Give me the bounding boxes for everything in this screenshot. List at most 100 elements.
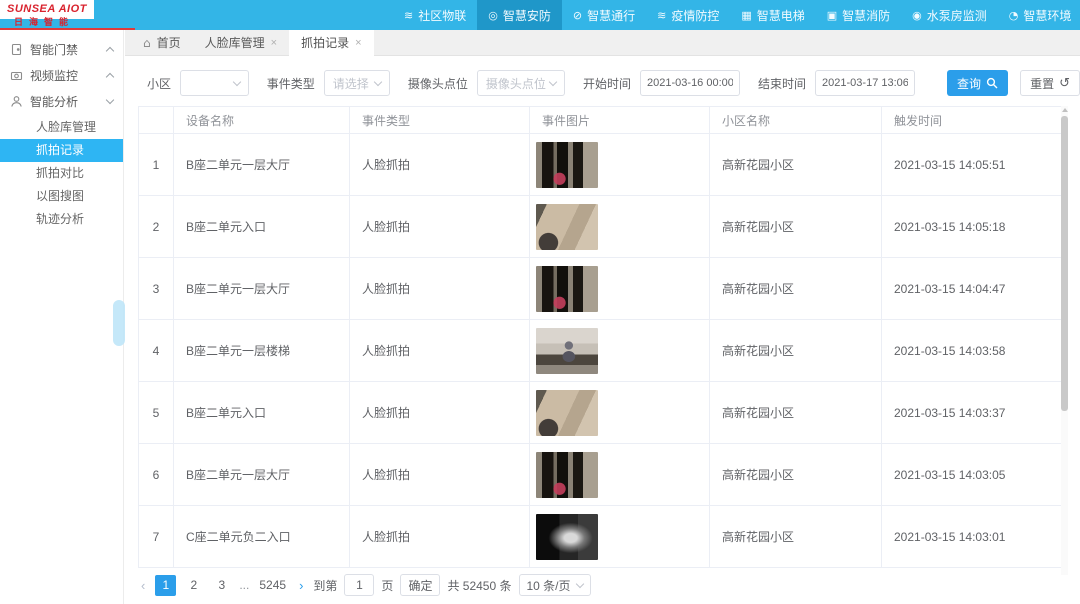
trigger-time: 2021-03-15 14:03:01 bbox=[882, 506, 1065, 568]
pagination: ‹ 1 2 3 ... 5245 › 到第 页 确定 共 52450 条 10 … bbox=[138, 574, 1080, 596]
close-icon[interactable]: × bbox=[355, 37, 361, 49]
nav-label: 水泵房监测 bbox=[927, 7, 987, 24]
chevron-up-icon bbox=[106, 72, 114, 80]
nav-item-epidemic-control[interactable]: ≋ 疫情防控 bbox=[646, 0, 730, 30]
filter-bar: 小区 事件类型 请选择 摄像头点位 摄像头点位 开始时间 结束时间 查询 重置 … bbox=[125, 56, 1080, 96]
row-index: 5 bbox=[139, 382, 174, 444]
nav-label: 社区物联 bbox=[418, 7, 466, 24]
chevron-down-icon bbox=[232, 78, 240, 86]
sidebar-item-search-by-image[interactable]: 以图搜图 bbox=[0, 185, 123, 208]
sidebar-submenu: 人脸库管理 抓拍记录 抓拍对比 以图搜图 轨迹分析 bbox=[0, 116, 123, 231]
event-snapshot-image[interactable] bbox=[536, 266, 598, 312]
search-button[interactable]: 查询 bbox=[947, 70, 1008, 96]
trigger-time: 2021-03-15 14:03:37 bbox=[882, 382, 1065, 444]
tab-home[interactable]: ⌂ 首页 bbox=[131, 30, 193, 56]
nav-item-smart-access[interactable]: ⊘ 智慧通行 bbox=[562, 0, 646, 30]
next-page-button[interactable]: › bbox=[296, 578, 306, 593]
door-lock-icon bbox=[10, 43, 23, 56]
nav-item-pump-room-monitor[interactable]: ◉ 水泵房监测 bbox=[901, 0, 998, 30]
top-header: SUNSEA AIOT 日海智能 ≋ 社区物联 ◎ 智慧安防 ⊘ 智慧通行 ≋ … bbox=[0, 0, 1080, 30]
community-select[interactable] bbox=[180, 70, 249, 96]
event-snapshot-image[interactable] bbox=[536, 142, 598, 188]
prev-page-button[interactable]: ‹ bbox=[138, 578, 148, 593]
home-icon: ⌂ bbox=[143, 36, 151, 50]
brand-subtitle: 日海智能 bbox=[14, 15, 74, 28]
goto-label: 到第 bbox=[313, 577, 337, 594]
sidebar: 智能门禁 视频监控 智能分析 人脸库管理 抓拍记录 抓拍对比 以图搜图 轨迹分析 bbox=[0, 30, 124, 604]
row-index: 2 bbox=[139, 196, 174, 258]
start-time-input[interactable] bbox=[640, 70, 740, 96]
smart-fire-icon: ▣ bbox=[827, 10, 837, 21]
nav-item-community-iot[interactable]: ≋ 社区物联 bbox=[393, 0, 477, 30]
row-index: 6 bbox=[139, 444, 174, 506]
scroll-up-icon[interactable] bbox=[1062, 108, 1068, 112]
nav-item-smart-security[interactable]: ◎ 智慧安防 bbox=[477, 0, 562, 30]
page-size-select[interactable]: 10 条/页 bbox=[519, 574, 591, 596]
nav-item-smart-fire[interactable]: ▣ 智慧消防 bbox=[816, 0, 901, 30]
sidebar-item-capture-records[interactable]: 抓拍记录 bbox=[0, 139, 123, 162]
sidebar-item-door-access[interactable]: 智能门禁 bbox=[0, 36, 123, 62]
reset-button[interactable]: 重置 ↺ bbox=[1020, 70, 1080, 96]
header-device-name: 设备名称 bbox=[174, 107, 350, 134]
device-name: B座二单元一层楼梯 bbox=[174, 320, 350, 382]
sidebar-item-video-monitor[interactable]: 视频监控 bbox=[0, 62, 123, 88]
tab-label: 首页 bbox=[157, 34, 181, 51]
sidebar-item-label: 智能门禁 bbox=[30, 41, 100, 58]
event-snapshot-image[interactable] bbox=[536, 328, 598, 374]
community-label: 小区 bbox=[147, 75, 171, 92]
sidebar-item-smart-analysis[interactable]: 智能分析 bbox=[0, 88, 123, 114]
page-ellipsis: ... bbox=[239, 578, 249, 592]
sidebar-item-capture-compare[interactable]: 抓拍对比 bbox=[0, 162, 123, 185]
top-navigation: ≋ 社区物联 ◎ 智慧安防 ⊘ 智慧通行 ≋ 疫情防控 ▦ 智慧电梯 ▣ 智慧消… bbox=[393, 0, 1080, 30]
close-icon[interactable]: × bbox=[271, 37, 277, 49]
community-name: 高新花园小区 bbox=[710, 196, 882, 258]
table-row: 6 B座二单元一层大厅 人脸抓拍 高新花园小区 2021-03-15 14:03… bbox=[139, 444, 1065, 506]
page-button-1[interactable]: 1 bbox=[155, 575, 176, 596]
nav-item-smart-environment[interactable]: ◔ 智慧环境 bbox=[998, 0, 1080, 30]
community-name: 高新花园小区 bbox=[710, 134, 882, 196]
goto-page-input[interactable] bbox=[344, 574, 374, 596]
tab-face-library[interactable]: 人脸库管理 × bbox=[193, 30, 289, 56]
camera-icon bbox=[10, 69, 23, 82]
camera-point-select[interactable]: 摄像头点位 bbox=[477, 70, 565, 96]
sidebar-item-label: 智能分析 bbox=[30, 93, 100, 110]
device-name: B座二单元入口 bbox=[174, 196, 350, 258]
header-event-image: 事件图片 bbox=[530, 107, 710, 134]
event-type: 人脸抓拍 bbox=[350, 382, 530, 444]
smart-environment-icon: ◔ bbox=[1009, 10, 1019, 21]
community-name: 高新花园小区 bbox=[710, 258, 882, 320]
reset-button-label: 重置 bbox=[1030, 75, 1054, 92]
sidebar-collapse-handle[interactable] bbox=[113, 300, 125, 346]
tab-bar: ⌂ 首页 人脸库管理 × 抓拍记录 × bbox=[125, 30, 1080, 56]
event-type-label: 事件类型 bbox=[267, 75, 315, 92]
sidebar-item-label: 视频监控 bbox=[30, 67, 100, 84]
page-button-2[interactable]: 2 bbox=[183, 575, 204, 596]
tab-capture-records[interactable]: 抓拍记录 × bbox=[289, 30, 373, 56]
table-row: 4 B座二单元一层楼梯 人脸抓拍 高新花园小区 2021-03-15 14:03… bbox=[139, 320, 1065, 382]
community-name: 高新花园小区 bbox=[710, 320, 882, 382]
chevron-down-icon bbox=[549, 78, 557, 86]
device-name: B座二单元一层大厅 bbox=[174, 444, 350, 506]
tab-label: 抓拍记录 bbox=[301, 34, 349, 51]
event-type-select[interactable]: 请选择 bbox=[324, 70, 390, 96]
page-button-3[interactable]: 3 bbox=[211, 575, 232, 596]
device-name: C座二单元负二入口 bbox=[174, 506, 350, 568]
nav-label: 智慧安防 bbox=[503, 7, 551, 24]
nav-item-smart-elevator[interactable]: ▦ 智慧电梯 bbox=[730, 0, 815, 30]
sidebar-item-trajectory-analysis[interactable]: 轨迹分析 bbox=[0, 208, 123, 231]
event-snapshot-image[interactable] bbox=[536, 514, 598, 560]
page-button-last[interactable]: 5245 bbox=[256, 575, 289, 596]
table-scrollbar[interactable] bbox=[1061, 106, 1068, 575]
device-name: B座二单元一层大厅 bbox=[174, 258, 350, 320]
scrollbar-thumb[interactable] bbox=[1061, 116, 1068, 411]
camera-point-placeholder: 摄像头点位 bbox=[486, 75, 546, 92]
event-type: 人脸抓拍 bbox=[350, 258, 530, 320]
header-index bbox=[139, 107, 174, 134]
main-content: ⌂ 首页 人脸库管理 × 抓拍记录 × 小区 事件类型 请选择 摄像头点位 摄像… bbox=[125, 30, 1080, 604]
sidebar-item-face-library[interactable]: 人脸库管理 bbox=[0, 116, 123, 139]
event-snapshot-image[interactable] bbox=[536, 204, 598, 250]
confirm-button[interactable]: 确定 bbox=[400, 574, 440, 596]
event-snapshot-image[interactable] bbox=[536, 390, 598, 436]
event-snapshot-image[interactable] bbox=[536, 452, 598, 498]
end-time-input[interactable] bbox=[815, 70, 915, 96]
